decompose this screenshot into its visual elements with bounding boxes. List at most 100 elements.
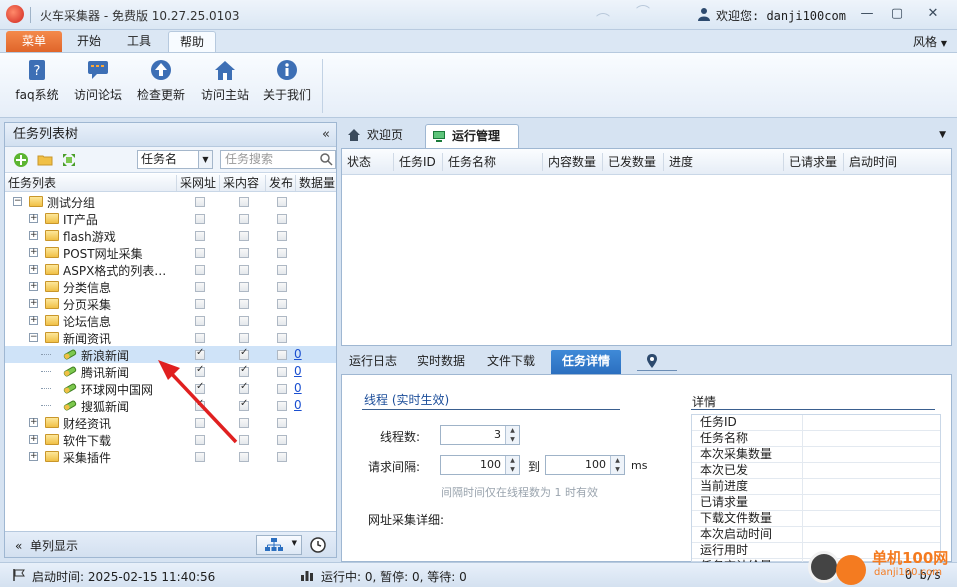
arrow-down-icon[interactable]: ▼: [611, 465, 624, 474]
collect-url-checkbox[interactable]: [195, 248, 205, 258]
publish-checkbox[interactable]: [277, 367, 287, 377]
col-progress[interactable]: 进度: [663, 153, 783, 171]
col-task-id[interactable]: 任务ID: [393, 153, 442, 171]
arrow-up-icon[interactable]: ▲: [611, 456, 624, 465]
stepper-arrows[interactable]: ▲ ▼: [610, 456, 624, 474]
col-start-time[interactable]: 启动时间: [843, 153, 951, 171]
col-published-count[interactable]: 已发数量: [602, 153, 663, 171]
arrow-up-icon[interactable]: ▲: [506, 426, 519, 435]
expand-node-icon[interactable]: +: [29, 282, 38, 291]
expand-node-icon[interactable]: +: [29, 452, 38, 461]
collect-content-checkbox[interactable]: [239, 265, 249, 275]
arrow-down-icon[interactable]: ▼: [506, 435, 519, 444]
stepper-arrows[interactable]: ▲ ▼: [505, 426, 519, 444]
tab-run-log[interactable]: 运行日志: [343, 350, 403, 374]
single-column-toggle[interactable]: « 单列显示: [15, 537, 78, 554]
faq-button[interactable]: ? faq系统: [12, 58, 62, 108]
expand-all-icon[interactable]: [61, 152, 77, 168]
expand-node-icon[interactable]: +: [29, 316, 38, 325]
expand-node-icon[interactable]: +: [29, 248, 38, 257]
col-publish[interactable]: 发布: [265, 175, 295, 191]
collect-content-checkbox[interactable]: [239, 316, 249, 326]
collect-content-checkbox[interactable]: [239, 231, 249, 241]
col-collect-content[interactable]: 采内容: [219, 175, 265, 191]
collect-content-checkbox[interactable]: [239, 248, 249, 258]
col-task-name[interactable]: 任务名称: [442, 153, 542, 171]
collect-content-checkbox[interactable]: [239, 452, 249, 462]
tree-folder-row[interactable]: + IT产品: [5, 210, 336, 227]
minimize-button[interactable]: —: [856, 4, 878, 24]
publish-checkbox[interactable]: [277, 197, 287, 207]
data-count-link[interactable]: 0: [294, 364, 302, 378]
arrow-up-icon[interactable]: ▲: [506, 456, 519, 465]
col-collect-url[interactable]: 采网址: [176, 175, 219, 191]
publish-checkbox[interactable]: [277, 299, 287, 309]
tree-folder-row[interactable]: + 论坛信息: [5, 312, 336, 329]
publish-checkbox[interactable]: [277, 401, 287, 411]
tab-help[interactable]: 帮助: [168, 31, 216, 52]
publish-checkbox[interactable]: [277, 435, 287, 445]
tree-folder-row[interactable]: + flash游戏: [5, 227, 336, 244]
tree-view-button[interactable]: ▼: [256, 535, 302, 555]
interval-to-stepper[interactable]: 100 ▲ ▼: [545, 455, 625, 475]
collect-url-checkbox[interactable]: [195, 316, 205, 326]
expand-node-icon[interactable]: +: [29, 418, 38, 427]
collect-url-checkbox[interactable]: [195, 452, 205, 462]
tab-tools[interactable]: 工具: [116, 31, 162, 52]
publish-checkbox[interactable]: [277, 248, 287, 258]
collect-content-checkbox[interactable]: [239, 299, 249, 309]
data-count-link[interactable]: 0: [294, 381, 302, 395]
col-status[interactable]: 状态: [342, 153, 393, 171]
collapse-node-icon[interactable]: −: [29, 333, 38, 342]
tree-folder-row[interactable]: − 新闻资讯: [5, 329, 336, 346]
collect-content-checkbox[interactable]: [239, 282, 249, 292]
forum-button[interactable]: 访问论坛: [72, 58, 124, 108]
collapse-icon[interactable]: «: [322, 123, 330, 146]
collect-url-checkbox[interactable]: [195, 197, 205, 207]
location-pin-icon[interactable]: [646, 354, 658, 368]
thread-count-stepper[interactable]: 3 ▲ ▼: [440, 425, 520, 445]
col-data-count[interactable]: 数据量: [295, 175, 336, 191]
tree-folder-row[interactable]: − 测试分组: [5, 193, 336, 210]
collect-content-checkbox[interactable]: [239, 197, 249, 207]
tab-start[interactable]: 开始: [66, 31, 112, 52]
col-task-list[interactable]: 任务列表: [5, 175, 175, 191]
tab-file-download[interactable]: 文件下载: [481, 350, 541, 374]
tree-folder-row[interactable]: + 采集插件: [5, 448, 336, 465]
style-menu[interactable]: 风格 ▼: [913, 33, 947, 50]
col-requested[interactable]: 已请求量: [783, 153, 843, 171]
tree-folder-row[interactable]: + ASPX格式的列表…: [5, 261, 336, 278]
expand-node-icon[interactable]: +: [29, 299, 38, 308]
publish-checkbox[interactable]: [277, 231, 287, 241]
tree-folder-row[interactable]: + 分页采集: [5, 295, 336, 312]
expand-node-icon[interactable]: +: [29, 265, 38, 274]
publish-checkbox[interactable]: [277, 384, 287, 394]
collect-url-checkbox[interactable]: [195, 299, 205, 309]
col-content-count[interactable]: 内容数量: [542, 153, 602, 171]
collect-url-checkbox[interactable]: [195, 282, 205, 292]
tab-menu[interactable]: 菜单: [6, 31, 62, 52]
publish-checkbox[interactable]: [277, 214, 287, 224]
collect-content-checkbox[interactable]: [239, 214, 249, 224]
publish-checkbox[interactable]: [277, 282, 287, 292]
publish-checkbox[interactable]: [277, 418, 287, 428]
publish-checkbox[interactable]: [277, 265, 287, 275]
data-count-link[interactable]: 0: [294, 347, 302, 361]
folder-icon[interactable]: [37, 152, 53, 168]
tab-welcome[interactable]: 欢迎页: [341, 124, 421, 148]
expand-node-icon[interactable]: +: [29, 435, 38, 444]
search-icon[interactable]: [320, 153, 333, 166]
data-count-link[interactable]: 0: [294, 398, 302, 412]
collect-url-checkbox[interactable]: [195, 265, 205, 275]
task-field-select[interactable]: 任务名 ▼: [137, 150, 213, 169]
visit-site-button[interactable]: 访问主站: [198, 58, 252, 108]
tab-task-detail[interactable]: 任务详情: [551, 350, 621, 374]
publish-checkbox[interactable]: [277, 452, 287, 462]
clock-icon[interactable]: [310, 537, 326, 553]
collapse-node-icon[interactable]: −: [13, 197, 22, 206]
task-search-input[interactable]: 任务搜索: [220, 150, 336, 169]
check-update-button[interactable]: 检查更新: [134, 58, 188, 108]
tree-folder-row[interactable]: + POST网址采集: [5, 244, 336, 261]
tab-realtime-data[interactable]: 实时数据: [411, 350, 471, 374]
interval-from-stepper[interactable]: 100 ▲ ▼: [440, 455, 520, 475]
